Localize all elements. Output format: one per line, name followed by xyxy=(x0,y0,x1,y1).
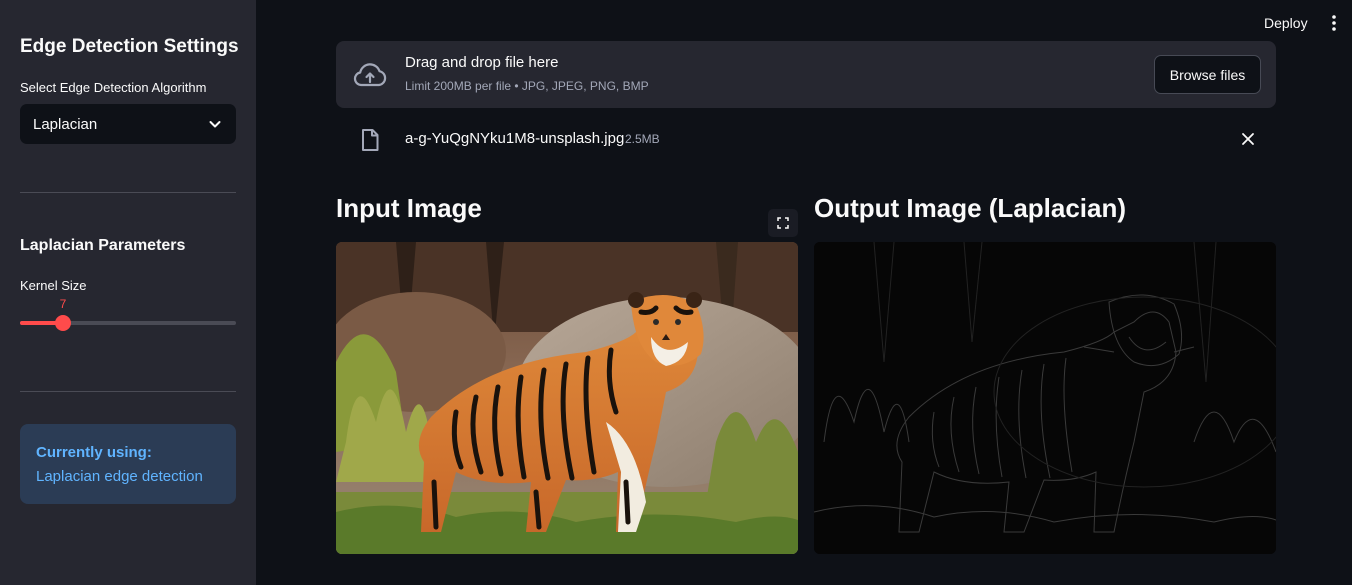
kernel-size-label: Kernel Size xyxy=(20,278,87,293)
output-image xyxy=(814,242,1276,554)
dropzone-title: Drag and drop file here xyxy=(405,54,559,71)
file-name: a-g-YuQgNYku1M8-unsplash.jpg xyxy=(405,130,625,147)
cloud-upload-icon xyxy=(353,63,387,87)
chevron-down-icon xyxy=(209,121,221,128)
output-image-heading: Output Image (Laplacian) xyxy=(814,193,1127,223)
info-prefix: Currently using: xyxy=(36,444,152,461)
input-image xyxy=(336,242,798,554)
edge-detection-output xyxy=(814,242,1276,554)
algorithm-select[interactable]: Laplacian xyxy=(20,104,236,144)
close-icon[interactable] xyxy=(1240,131,1256,147)
fullscreen-icon xyxy=(777,217,789,229)
info-alert: Currently using: Laplacian edge detectio… xyxy=(20,424,236,504)
algorithm-select-value: Laplacian xyxy=(33,115,98,133)
info-text: Laplacian edge detection xyxy=(36,468,203,485)
browse-files-button[interactable]: Browse files xyxy=(1154,55,1261,94)
deploy-button[interactable]: Deploy xyxy=(1258,13,1314,33)
uploaded-file-row: a-g-YuQgNYku1M8-unsplash.jpg 2.5MB xyxy=(336,120,1276,160)
slider-thumb[interactable] xyxy=(55,315,71,331)
dropzone-subtitle: Limit 200MB per file • JPG, JPEG, PNG, B… xyxy=(405,79,649,93)
sidebar-divider xyxy=(20,192,236,193)
input-image-heading: Input Image xyxy=(336,193,482,223)
kernel-size-slider[interactable] xyxy=(20,315,236,331)
file-size: 2.5MB xyxy=(625,132,660,146)
tiger-photo xyxy=(336,242,798,554)
file-icon xyxy=(362,129,379,151)
sidebar: Edge Detection Settings Select Edge Dete… xyxy=(0,0,256,585)
parameters-heading: Laplacian Parameters xyxy=(20,237,186,254)
sidebar-divider xyxy=(20,391,236,392)
kernel-size-value: 7 xyxy=(59,297,67,311)
algorithm-select-label: Select Edge Detection Algorithm xyxy=(20,80,207,95)
fullscreen-button[interactable] xyxy=(768,209,798,237)
sidebar-title: Edge Detection Settings xyxy=(20,36,239,57)
kebab-menu-icon[interactable] xyxy=(1326,13,1342,33)
file-dropzone[interactable]: Drag and drop file here Limit 200MB per … xyxy=(336,41,1276,108)
